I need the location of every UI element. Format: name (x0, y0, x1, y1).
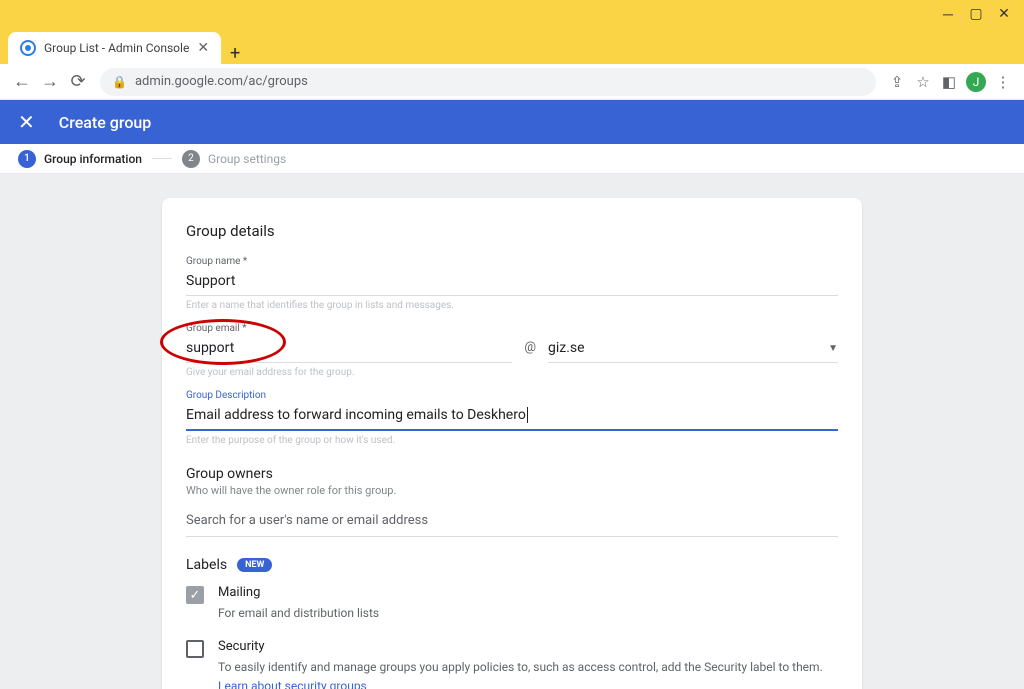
page-title: Create group (59, 113, 152, 132)
group-name-field: Group name * Enter a name that identifie… (186, 256, 838, 311)
owners-help: Who will have the owner role for this gr… (186, 484, 838, 497)
security-name: Security (218, 639, 838, 654)
profile-avatar[interactable]: J (966, 72, 986, 92)
minimize-button[interactable]: ─ (934, 6, 962, 23)
window-close-button[interactable]: ✕ (990, 6, 1018, 22)
labels-title: Labels (186, 557, 227, 573)
group-name-label: Group name * (186, 256, 838, 267)
maximize-button[interactable]: ▢ (962, 6, 990, 22)
security-checkbox[interactable] (186, 640, 204, 658)
description-label: Group Description (186, 390, 838, 401)
browser-tab-strip: Group List - Admin Console ✕ + (0, 28, 1024, 64)
domain-select[interactable]: giz.se ▼ (548, 336, 838, 363)
address-bar[interactable]: 🔒 admin.google.com/ac/groups (100, 68, 876, 96)
group-email-field: Group email * @ giz.se ▼ Give your email… (186, 323, 838, 378)
lock-icon: 🔒 (112, 75, 127, 89)
label-mailing: Mailing For email and distribution lists (186, 585, 838, 623)
extensions-icon[interactable]: ◧ (936, 73, 962, 91)
page-header: ✕ Create group (0, 100, 1024, 144)
reload-button[interactable]: ⟳ (64, 71, 92, 92)
group-email-input[interactable] (186, 336, 512, 363)
back-button[interactable]: ← (8, 71, 36, 92)
learn-security-link[interactable]: Learn about security groups (218, 679, 367, 689)
labels-header: Labels NEW (186, 557, 838, 573)
step-1-label: Group information (44, 152, 142, 166)
url-text: admin.google.com/ac/groups (135, 74, 308, 89)
owners-title: Group owners (186, 466, 838, 482)
forward-button[interactable]: → (36, 71, 64, 92)
description-input[interactable]: Email address to forward incoming emails… (186, 403, 838, 431)
label-security: Security To easily identify and manage g… (186, 639, 838, 689)
group-email-label: Group email * (186, 323, 512, 334)
step-group-information[interactable]: 1 Group information (18, 150, 142, 168)
description-help: Enter the purpose of the group or how it… (186, 435, 838, 446)
mailing-desc: For email and distribution lists (218, 604, 838, 623)
text-cursor (527, 407, 528, 423)
step-separator (152, 158, 172, 159)
description-value: Email address to forward incoming emails… (186, 407, 526, 423)
group-name-help: Enter a name that identifies the group i… (186, 300, 838, 311)
window-titlebar: ─ ▢ ✕ (0, 0, 1024, 28)
share-icon[interactable]: ⇪ (884, 73, 910, 91)
description-field: Group Description Email address to forwa… (186, 390, 838, 446)
step-2-number: 2 (182, 150, 200, 168)
browser-tab[interactable]: Group List - Admin Console ✕ (8, 32, 221, 64)
new-badge: NEW (237, 558, 272, 572)
group-email-help: Give your email address for the group. (186, 367, 838, 378)
close-icon[interactable]: ✕ (18, 110, 35, 134)
mailing-checkbox[interactable] (186, 586, 204, 604)
mailing-name: Mailing (218, 585, 838, 600)
browser-toolbar: ← → ⟳ 🔒 admin.google.com/ac/groups ⇪ ☆ ◧… (0, 64, 1024, 100)
section-title: Group details (186, 222, 838, 240)
tab-favicon-icon (20, 40, 36, 56)
step-2-label: Group settings (208, 152, 286, 166)
browser-menu-icon[interactable]: ⋮ (990, 73, 1016, 91)
step-1-number: 1 (18, 150, 36, 168)
step-group-settings[interactable]: 2 Group settings (182, 150, 286, 168)
tab-title: Group List - Admin Console (44, 41, 189, 55)
chevron-down-icon: ▼ (828, 343, 838, 354)
bookmark-icon[interactable]: ☆ (910, 73, 936, 91)
form-card: Group details Group name * Enter a name … (162, 198, 862, 689)
owner-search-input[interactable]: Search for a user's name or email addres… (186, 513, 838, 537)
group-name-input[interactable] (186, 269, 838, 296)
content-area: Group details Group name * Enter a name … (0, 174, 1024, 689)
security-desc: To easily identify and manage groups you… (218, 658, 838, 689)
new-tab-button[interactable]: + (221, 43, 249, 64)
stepper: 1 Group information 2 Group settings (0, 144, 1024, 174)
tab-close-icon[interactable]: ✕ (189, 40, 209, 56)
at-sign: @ (524, 340, 536, 363)
domain-value: giz.se (548, 340, 585, 356)
